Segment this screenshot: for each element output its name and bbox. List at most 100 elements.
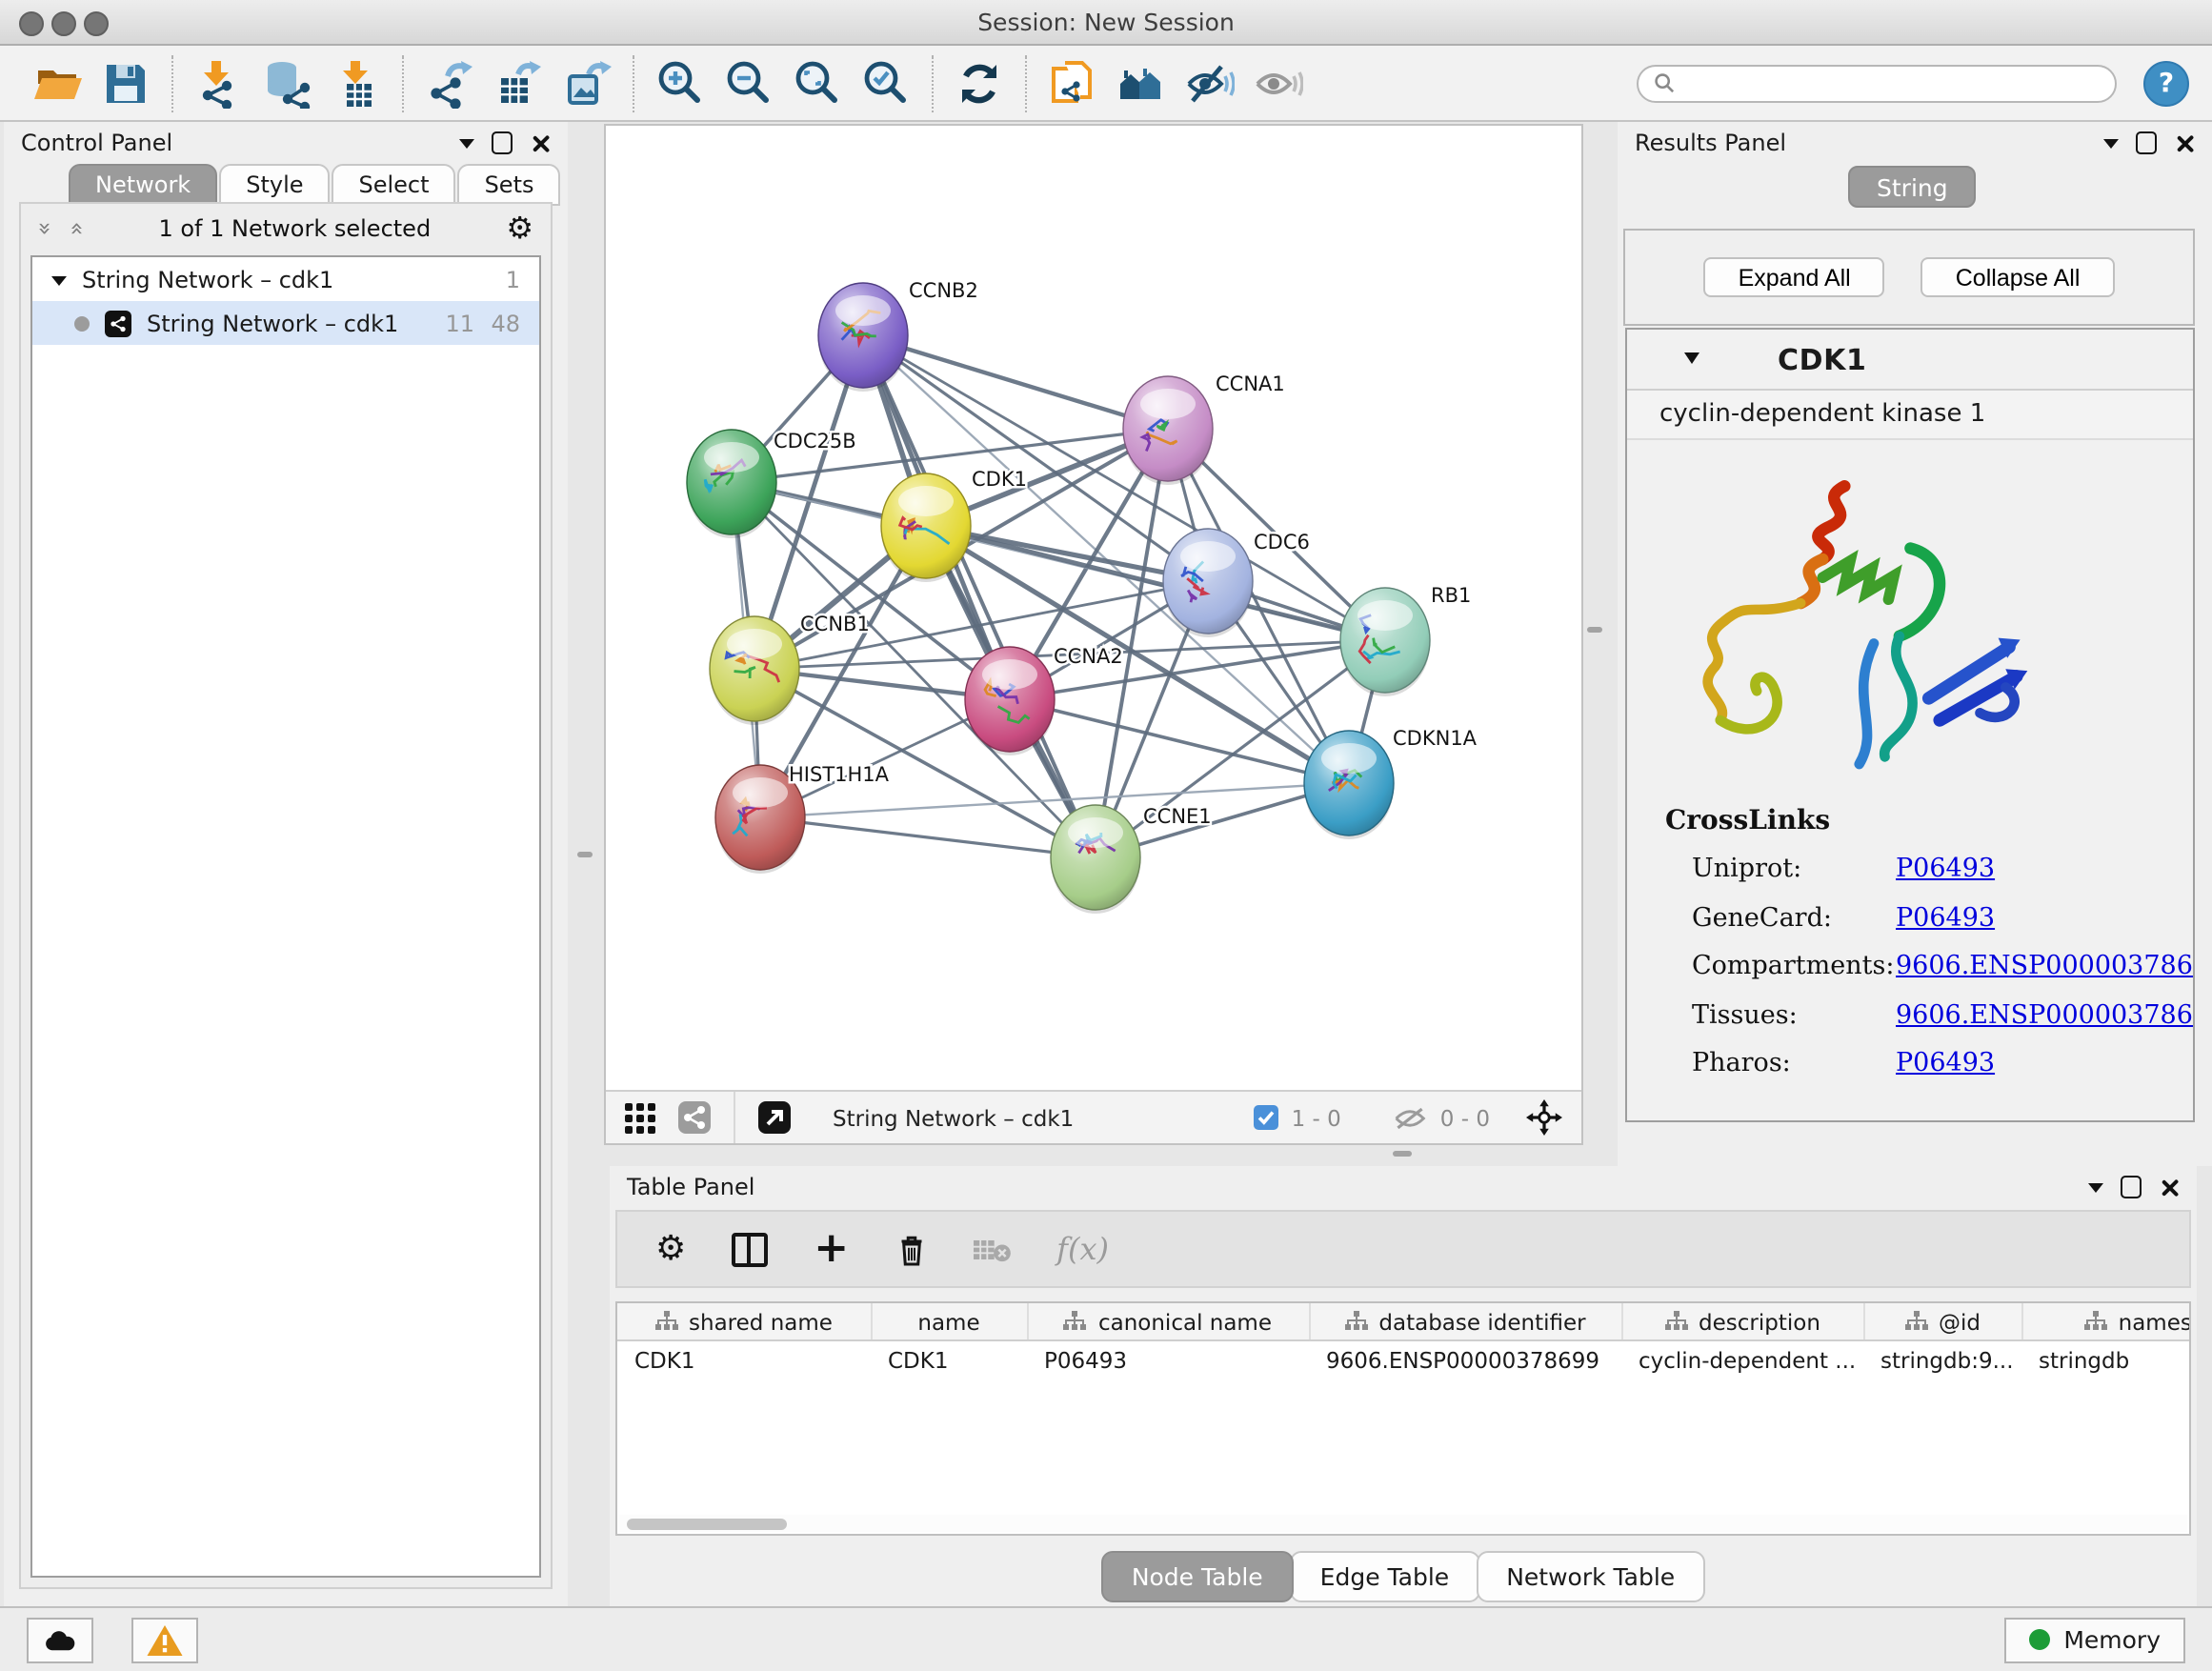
export-table-icon[interactable]	[484, 52, 553, 113]
column-header-name[interactable]: name	[871, 1303, 1027, 1340]
float-panel-icon[interactable]	[492, 131, 513, 154]
zoom-fit-icon[interactable]	[783, 52, 852, 113]
column-header-canonical-name[interactable]: canonical name	[1027, 1303, 1309, 1340]
export-image-icon[interactable]	[553, 52, 621, 113]
warnings-button[interactable]	[131, 1617, 198, 1662]
table-cell[interactable]: cyclin-dependent ...	[1621, 1340, 1863, 1378]
clone-network-icon[interactable]	[1038, 52, 1107, 113]
birds-eye-navigator-icon[interactable]	[1526, 1099, 1562, 1136]
tab-string[interactable]: String	[1848, 166, 1977, 208]
protein-card-header[interactable]: CDK1	[1627, 330, 2193, 391]
import-network-file-icon[interactable]	[185, 52, 253, 113]
show-all-icon[interactable]	[1244, 52, 1313, 113]
network-node-CDKN1A[interactable]: CDKN1A	[1304, 727, 1478, 839]
first-neighbors-icon[interactable]	[1107, 52, 1176, 113]
protein-name: CDK1	[1778, 342, 1866, 376]
tab-edge-table[interactable]: Edge Table	[1290, 1551, 1480, 1602]
splitter-handle[interactable]	[577, 852, 593, 857]
network-collection-row[interactable]: String Network – cdk1 1	[32, 257, 539, 301]
close-panel-icon[interactable]	[2174, 132, 2195, 153]
table-cell[interactable]: P06493	[1027, 1340, 1309, 1378]
import-network-database-icon[interactable]	[253, 52, 322, 113]
collection-expand-icon[interactable]	[51, 275, 67, 292]
network-node-CCNA1[interactable]: CCNA1	[1123, 372, 1285, 485]
table-horizontal-scrollbar[interactable]	[619, 1515, 2187, 1532]
network-node-RB1[interactable]: RB1	[1340, 584, 1471, 696]
tab-style[interactable]: Style	[219, 164, 330, 206]
tab-network[interactable]: Network	[69, 164, 217, 206]
network-view[interactable]: CCNB2CCNA1CDC25BCDK1CDC6RB1CCNB1CCNA2CDK…	[604, 124, 1583, 1145]
tab-network-table[interactable]: Network Table	[1476, 1551, 1705, 1602]
close-panel-icon[interactable]	[2159, 1177, 2180, 1198]
network-row[interactable]: String Network – cdk1 11 48	[32, 301, 539, 345]
memory-button[interactable]: Memory	[2004, 1617, 2185, 1662]
global-search-field[interactable]	[1637, 64, 2117, 102]
zoom-out-icon[interactable]	[714, 52, 783, 113]
network-edge[interactable]	[863, 335, 1168, 429]
network-overview-icon[interactable]	[678, 1101, 711, 1134]
table-settings-gear-icon[interactable]: ⚙	[655, 1232, 686, 1266]
memory-label: Memory	[2063, 1625, 2161, 1654]
column-header-description[interactable]: description	[1621, 1303, 1863, 1340]
table-cell[interactable]: 9606.ENSP00000378699	[1309, 1340, 1621, 1378]
network-options-gear-icon[interactable]: ⚙	[506, 212, 533, 243]
open-session-icon[interactable]	[23, 52, 91, 113]
search-input[interactable]	[1686, 69, 2100, 97]
tab-select[interactable]: Select	[332, 164, 456, 206]
zoom-selected-icon[interactable]	[852, 52, 920, 113]
export-network-icon[interactable]	[415, 52, 484, 113]
column-header-shared-name[interactable]: shared name	[617, 1303, 871, 1340]
import-table-file-icon[interactable]	[322, 52, 391, 113]
save-session-icon[interactable]	[91, 52, 160, 113]
cloud-status-button[interactable]	[27, 1617, 93, 1662]
selected-checkbox-icon[interactable]	[1254, 1105, 1278, 1130]
table-row[interactable]: CDK1CDK1P064939606.ENSP00000378699cyclin…	[617, 1340, 2191, 1378]
network-edge[interactable]	[863, 335, 1096, 857]
network-edge[interactable]	[760, 783, 1349, 817]
column-header-label: shared name	[689, 1308, 833, 1335]
splitter-handle[interactable]	[1393, 1151, 1412, 1157]
table-cell[interactable]: stringdb:9...	[1863, 1340, 2021, 1378]
table-cell[interactable]: CDK1	[871, 1340, 1027, 1378]
refresh-view-icon[interactable]	[945, 52, 1014, 113]
column-header-database-identifier[interactable]: database identifier	[1309, 1303, 1621, 1340]
panel-menu-icon[interactable]	[459, 139, 474, 156]
crosslink-link[interactable]: P06493	[1896, 902, 1995, 933]
crosslink-link[interactable]: 9606.ENSP00000378699	[1896, 999, 2195, 1030]
help-icon[interactable]: ?	[2143, 60, 2189, 106]
panel-menu-icon[interactable]	[2088, 1183, 2103, 1200]
table-cell[interactable]: CDK1	[617, 1340, 871, 1378]
table-cell[interactable]: stringdb	[2021, 1340, 2191, 1378]
table-tabs: Node TableEdge TableNetwork Table	[610, 1551, 2197, 1601]
panel-menu-icon[interactable]	[2103, 139, 2119, 156]
hide-selected-icon[interactable]	[1176, 52, 1244, 113]
float-panel-icon[interactable]	[2121, 1176, 2142, 1198]
close-panel-icon[interactable]	[530, 132, 551, 153]
crosslink-link[interactable]: 9606.ENSP00000378699	[1896, 951, 2195, 981]
delete-column-icon[interactable]	[895, 1232, 927, 1266]
scrollbar-thumb[interactable]	[627, 1518, 787, 1529]
column-header--id[interactable]: @id	[1863, 1303, 2021, 1340]
network-node-CCNB2[interactable]: CCNB2	[818, 279, 978, 392]
expand-all-networks-icon[interactable]: »	[65, 221, 88, 235]
splitter-handle[interactable]	[1587, 627, 1602, 633]
expand-all-button[interactable]: Expand All	[1704, 257, 1885, 297]
show-columns-icon[interactable]	[732, 1232, 768, 1266]
collapse-section-icon[interactable]	[1684, 352, 1699, 371]
crosslink-link[interactable]: P06493	[1896, 1048, 1995, 1078]
tab-node-table[interactable]: Node Table	[1101, 1551, 1294, 1602]
tab-sets[interactable]: Sets	[458, 164, 561, 206]
results-panel-title: Results Panel	[1635, 130, 1786, 156]
network-node-CCNE1[interactable]: CCNE1	[1051, 805, 1212, 914]
collapse-all-networks-icon[interactable]: »	[33, 221, 56, 235]
collapse-all-button[interactable]: Collapse All	[1921, 257, 2115, 297]
network-graph[interactable]: CCNB2CCNA1CDC25BCDK1CDC6RB1CCNB1CCNA2CDK…	[606, 126, 1581, 1092]
column-header-namespace[interactable]: namespace	[2021, 1303, 2191, 1340]
network-node-HIST1H1A[interactable]: HIST1H1A	[715, 763, 890, 874]
grid-view-icon[interactable]	[625, 1102, 655, 1133]
open-in-window-icon[interactable]	[758, 1101, 791, 1134]
zoom-in-icon[interactable]	[646, 52, 714, 113]
float-panel-icon[interactable]	[2136, 131, 2157, 154]
network-edge[interactable]	[760, 817, 1096, 857]
crosslink-link[interactable]: P06493	[1896, 854, 1995, 884]
